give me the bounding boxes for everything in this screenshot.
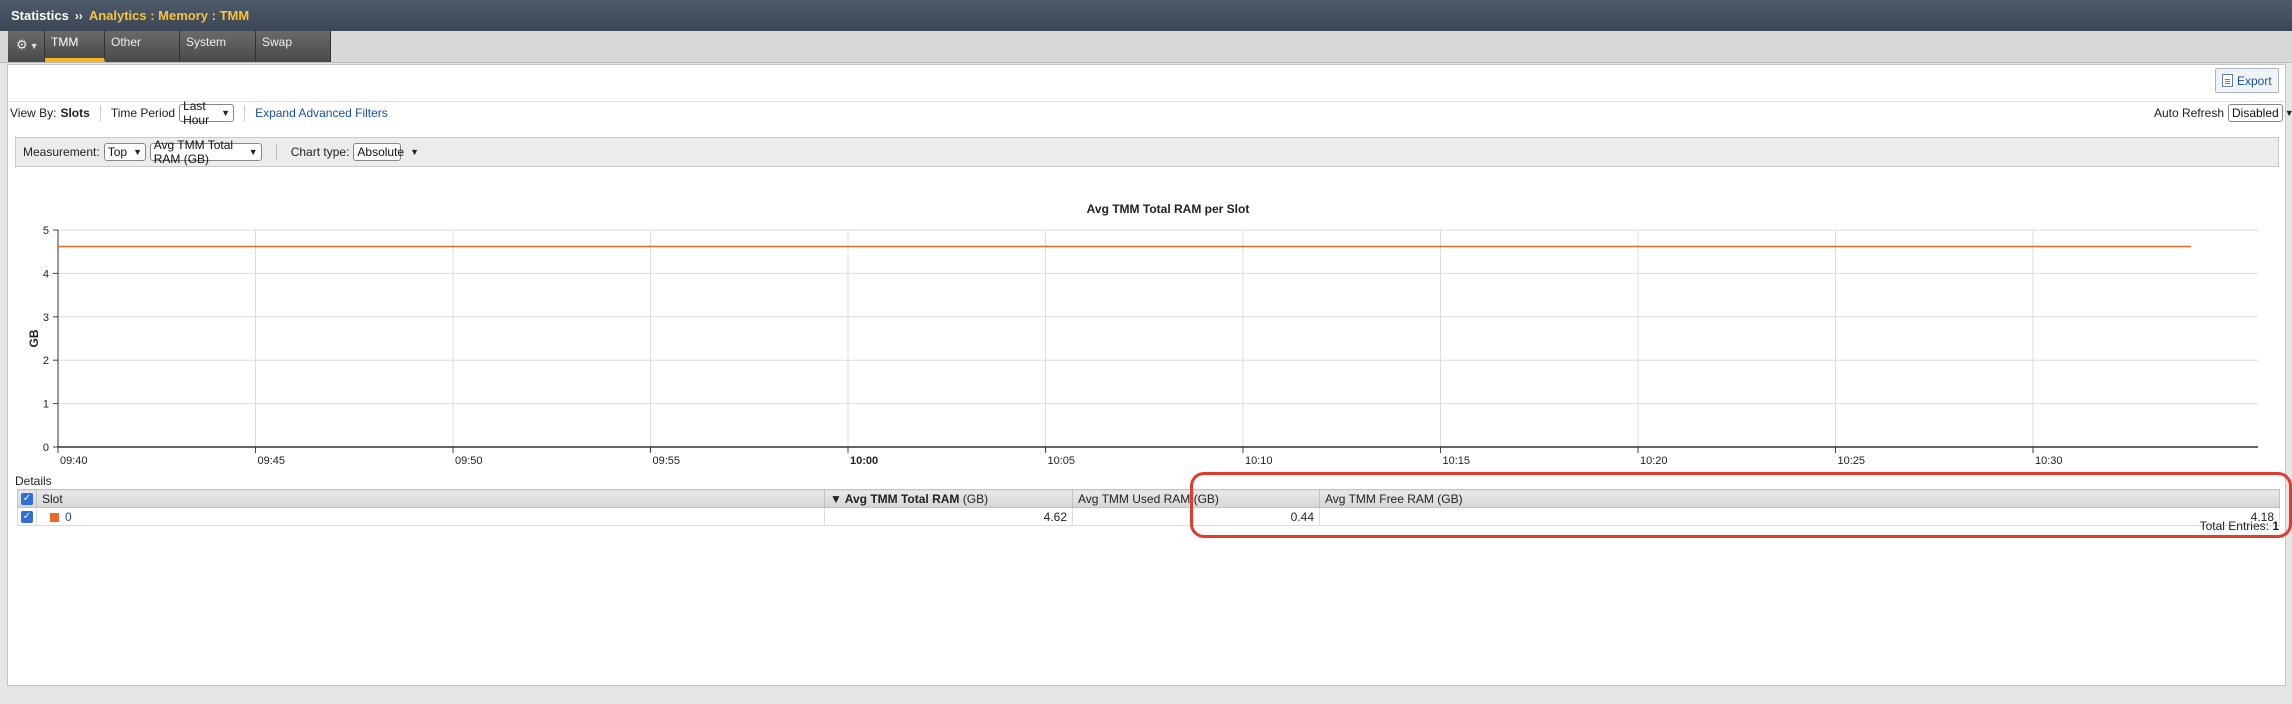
avg-used-ram-cell: 0.44 bbox=[1072, 507, 1320, 526]
export-button[interactable]: Export bbox=[2215, 68, 2279, 93]
chart-title: Avg TMM Total RAM per Slot bbox=[1087, 202, 1250, 216]
x-tick-label: 10:30 bbox=[2035, 455, 2063, 467]
main-panel: Export View By: Slots Time Period Last H… bbox=[7, 64, 2292, 686]
gear-menu-button[interactable]: ⚙ ▼ bbox=[8, 31, 45, 62]
view-by: View By: Slots bbox=[10, 106, 90, 120]
column-avg-total-ram-label: Avg TMM Total RAM bbox=[844, 491, 960, 506]
series-color-swatch bbox=[50, 512, 59, 522]
tab-tmm[interactable]: TMM bbox=[45, 31, 105, 62]
time-period-value: Last Hour bbox=[183, 98, 210, 127]
auto-refresh-select[interactable]: Disabled ▼ bbox=[2228, 103, 2292, 122]
auto-refresh: Auto Refresh Disabled ▼ bbox=[2153, 103, 2292, 122]
time-period: Time Period Last Hour ▼ bbox=[110, 99, 235, 127]
row-checkbox[interactable]: ✓ bbox=[21, 511, 33, 524]
chevron-down-icon: ▼ bbox=[2284, 107, 2292, 118]
x-tick-label: 10:15 bbox=[1443, 455, 1471, 467]
chevron-down-icon: ▼ bbox=[221, 107, 231, 118]
sort-desc-icon: ▼ bbox=[830, 491, 842, 506]
slot-link[interactable]: 0 bbox=[65, 510, 72, 524]
tab-bar: ⚙ ▼ TMM Other System Swap bbox=[0, 31, 2292, 63]
column-avg-total-ram[interactable]: ▼ Avg TMM Total RAM (GB) bbox=[824, 489, 1073, 508]
y-tick-label: 1 bbox=[43, 399, 49, 411]
select-all-checkbox[interactable]: ✓ bbox=[21, 493, 33, 506]
table-row: ✓ 0 4.62 0.44 4.18 bbox=[17, 507, 2280, 526]
document-icon bbox=[2222, 74, 2233, 87]
y-tick-label: 2 bbox=[43, 355, 49, 367]
breadcrumb-root[interactable]: Statistics bbox=[11, 8, 69, 23]
expand-advanced-filters-link[interactable]: Expand Advanced Filters bbox=[255, 106, 388, 120]
measurement-metric-select[interactable]: Avg TMM Total RAM (GB) ▼ bbox=[149, 138, 262, 166]
measurement-label: Measurement: bbox=[23, 145, 100, 159]
x-tick-label: 10:25 bbox=[1838, 455, 1866, 467]
view-by-label: View By: bbox=[10, 105, 57, 120]
measurement-mode-value: Top bbox=[107, 145, 128, 159]
x-tick-label: 10:10 bbox=[1245, 455, 1273, 467]
gear-icon: ⚙ bbox=[16, 37, 28, 52]
chart-type-value: Absolute bbox=[357, 145, 405, 159]
time-period-select[interactable]: Last Hour ▼ bbox=[179, 99, 235, 127]
x-tick-label: 09:50 bbox=[455, 455, 483, 467]
divider bbox=[275, 144, 277, 160]
time-period-label: Time Period bbox=[110, 105, 176, 120]
x-tick-label: 10:05 bbox=[1048, 455, 1076, 467]
y-tick-label: 0 bbox=[43, 442, 49, 454]
tab-other[interactable]: Other bbox=[105, 31, 180, 62]
measurement-bar: Measurement: Top ▼ Avg TMM Total RAM (GB)… bbox=[15, 137, 2279, 167]
table-header-row: ✓ Slot ▼ Avg TMM Total RAM (GB) Avg TMM … bbox=[17, 489, 2280, 508]
column-avg-free-ram[interactable]: Avg TMM Free RAM (GB) bbox=[1319, 489, 2280, 508]
breadcrumb-path: Analytics : Memory : TMM bbox=[88, 8, 250, 23]
chart: Avg TMM Total RAM per Slot GB 0 1 2 3 4 5 09:40 0… bbox=[8, 177, 2285, 467]
divider bbox=[99, 104, 101, 121]
total-entries-value: 1 bbox=[2272, 519, 2279, 533]
avg-free-ram-cell: 4.18 bbox=[1319, 507, 2280, 526]
tab-swap[interactable]: Swap bbox=[256, 31, 331, 62]
x-tick-label: 10:00 bbox=[850, 455, 878, 467]
chart-type-select[interactable]: Absolute ▼ bbox=[353, 143, 419, 161]
chevron-down-icon: ▼ bbox=[29, 41, 39, 51]
breadcrumb-separator: ›› bbox=[74, 8, 83, 23]
chevron-down-icon: ▼ bbox=[133, 147, 142, 157]
view-by-value[interactable]: Slots bbox=[60, 106, 89, 120]
y-tick-label: 5 bbox=[43, 225, 49, 237]
slot-cell: 0 bbox=[36, 507, 825, 526]
tab-system[interactable]: System bbox=[180, 31, 256, 62]
measurement-mode-select[interactable]: Top ▼ bbox=[103, 143, 146, 161]
chart-type-label: Chart type: bbox=[290, 145, 350, 159]
x-tick-label: 09:40 bbox=[60, 455, 88, 467]
x-tick-label: 09:55 bbox=[653, 455, 681, 467]
select-all-checkbox-cell[interactable]: ✓ bbox=[17, 489, 37, 508]
avg-total-ram-cell: 4.62 bbox=[824, 507, 1073, 526]
column-avg-used-ram[interactable]: Avg TMM Used RAM (GB) bbox=[1072, 489, 1320, 508]
measurement-metric-value: Avg TMM Total RAM (GB) bbox=[153, 138, 234, 166]
x-tick-label: 09:45 bbox=[258, 455, 286, 467]
y-axis-label: GB bbox=[27, 329, 41, 347]
details-table: ✓ Slot ▼ Avg TMM Total RAM (GB) Avg TMM … bbox=[17, 489, 2280, 526]
chevron-down-icon: ▼ bbox=[410, 147, 420, 157]
total-entries-label: Total Entries: bbox=[2199, 519, 2269, 533]
chevron-down-icon: ▼ bbox=[248, 147, 258, 157]
filter-bar: View By: Slots Time Period Last Hour ▼ Ex… bbox=[8, 99, 2292, 127]
x-tick-label: 10:20 bbox=[1640, 455, 1668, 467]
divider bbox=[244, 104, 246, 121]
details-title: Details bbox=[15, 474, 52, 488]
auto-refresh-value: Disabled bbox=[2232, 105, 2279, 120]
auto-refresh-label: Auto Refresh bbox=[2153, 105, 2224, 120]
total-entries: Total Entries: 1 bbox=[2200, 519, 2279, 533]
y-tick-label: 4 bbox=[43, 268, 49, 280]
column-slot[interactable]: Slot bbox=[36, 489, 825, 508]
row-checkbox-cell[interactable]: ✓ bbox=[17, 507, 37, 526]
y-tick-label: 3 bbox=[43, 312, 49, 324]
breadcrumb: Statistics ›› Analytics : Memory : TMM bbox=[0, 0, 2292, 31]
column-avg-total-ram-unit: (GB) bbox=[962, 491, 989, 506]
chart-svg: Avg TMM Total RAM per Slot GB 0 1 2 3 4 5 09:40 0… bbox=[27, 202, 2258, 467]
export-label: Export bbox=[2237, 73, 2272, 88]
